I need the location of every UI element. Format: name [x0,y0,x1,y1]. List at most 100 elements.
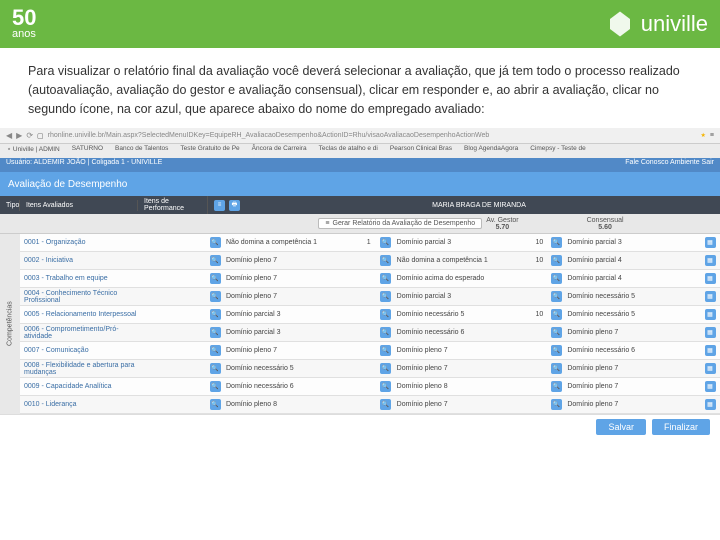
menu-icon[interactable]: ≡ [710,132,714,139]
item-id[interactable]: 0006 - Comprometimento/Pró-atividade [20,326,138,340]
item-id[interactable]: 0004 - Conhecimento Técnico Profissional [20,290,138,304]
cell-c: Domínio parcial 3 [563,239,700,246]
item-id[interactable]: 0001 - Organização [20,239,138,246]
list-icon[interactable]: ≡ [214,200,225,211]
search-icon[interactable]: 🔍 [210,273,221,284]
search-icon[interactable]: 🔍 [380,345,391,356]
search-icon[interactable]: 🔍 [551,309,562,320]
logo-univille: univille [605,9,708,39]
cell-b: Domínio parcial 3 [393,293,530,300]
search-icon[interactable]: 🔍 [380,399,391,410]
tab-item[interactable]: ⋆ Univille | ADMIN [2,144,65,158]
save-button[interactable]: Salvar [596,419,646,435]
cell-c: Domínio parcial 4 [563,275,700,282]
search-icon[interactable]: 🔍 [210,345,221,356]
nav-back-icon[interactable]: ◀ [6,131,12,140]
expand-icon[interactable]: ▦ [705,309,716,320]
search-icon[interactable]: 🔍 [551,399,562,410]
cell-a: Domínio parcial 3 [222,329,359,336]
cell-c: Domínio pleno 7 [563,401,700,408]
item-id[interactable]: 0007 - Comunicação [20,347,138,354]
search-icon[interactable]: 🔍 [380,255,391,266]
search-icon[interactable]: 🔍 [551,345,562,356]
expand-icon[interactable]: ▦ [705,327,716,338]
consensual-score: Consensual5.60 [587,217,624,231]
cell-a: Domínio parcial 3 [222,311,359,318]
tab-item[interactable]: Teclas de atalho e di [314,144,383,158]
search-icon[interactable]: 🔍 [380,363,391,374]
col-perf: Itens de Performance [138,196,208,214]
search-icon[interactable]: 🔍 [210,363,221,374]
expand-icon[interactable]: ▦ [705,345,716,356]
search-icon[interactable]: 🔍 [551,237,562,248]
cell-c: Domínio necessário 6 [563,347,700,354]
cell-b: Domínio pleno 7 [393,347,530,354]
item-id[interactable]: 0008 - Flexibilidade e abertura para mud… [20,362,138,376]
expand-icon[interactable]: ▦ [705,273,716,284]
tab-item[interactable]: Banco de Talentos [110,144,173,158]
browser-url-bar: ◀ ▶ ⟳ ▢ rhonline.univille.br/Main.aspx?S… [0,128,720,144]
search-icon[interactable]: 🔍 [551,273,562,284]
item-id[interactable]: 0003 - Trabalho em equipe [20,275,138,282]
user-links[interactable]: Fale Conosco Ambiente Sair [625,159,714,171]
search-icon[interactable]: 🔍 [551,363,562,374]
search-icon[interactable]: 🔍 [380,381,391,392]
competencias-label: Competências [0,234,20,414]
item-id[interactable]: 0009 - Capacidade Analítica [20,383,138,390]
expand-icon[interactable]: ▦ [705,381,716,392]
item-id[interactable]: 0005 - Relacionamento Interpessoal [20,311,138,318]
search-icon[interactable]: 🔍 [551,255,562,266]
print-icon[interactable]: 🖶 [229,200,240,211]
reload-icon[interactable]: ⟳ [26,131,33,140]
tab-item[interactable]: Pearson Clinical Bras [385,144,457,158]
search-icon[interactable]: 🔍 [210,291,221,302]
item-id[interactable]: 0010 - Liderança [20,401,138,408]
table-row: 0009 - Capacidade Analítica🔍Domínio nece… [20,378,720,396]
search-icon[interactable]: 🔍 [210,309,221,320]
col-items: Itens Avaliados [20,200,138,211]
tab-item[interactable]: Âncora de Carreira [247,144,312,158]
expand-icon[interactable]: ▦ [705,237,716,248]
search-icon[interactable]: 🔍 [380,237,391,248]
expand-icon[interactable]: ▦ [705,255,716,266]
cell-a: Domínio necessário 5 [222,365,359,372]
search-icon[interactable]: 🔍 [210,255,221,266]
user-info-bar: Usuário: ALDEMIR JOÃO | Coligada 1 - UNI… [0,158,720,172]
search-icon[interactable]: 🔍 [380,273,391,284]
cell-c: Domínio necessário 5 [563,311,700,318]
tab-item[interactable]: Blog AgendaAgora [459,144,523,158]
search-icon[interactable]: 🔍 [551,291,562,302]
user-label: Usuário: ALDEMIR JOÃO | Coligada 1 - UNI… [6,159,162,171]
search-icon[interactable]: 🔍 [380,291,391,302]
search-icon[interactable]: 🔍 [551,381,562,392]
table-row: 0005 - Relacionamento Interpessoal🔍Domín… [20,306,720,324]
search-icon[interactable]: 🔍 [210,381,221,392]
nav-fwd-icon[interactable]: ▶ [16,131,22,140]
item-id[interactable]: 0002 - Iniciativa [20,257,138,264]
search-icon[interactable]: 🔍 [380,309,391,320]
expand-icon[interactable]: ▦ [705,399,716,410]
cell-c: Domínio pleno 7 [563,329,700,336]
search-icon[interactable]: 🔍 [551,327,562,338]
tab-item[interactable]: Teste Gratuito de Pe [175,144,244,158]
search-icon[interactable]: 🔍 [210,237,221,248]
bookmark-star-icon[interactable]: ★ [701,132,706,139]
tab-item[interactable]: SATURNO [67,144,108,158]
cell-a: Domínio pleno 8 [222,401,359,408]
report-button[interactable]: ≡ Gerar Relatório da Avaliação de Desemp… [318,218,482,229]
tab-item[interactable]: Cimepsy - Teste de [525,144,591,158]
search-icon[interactable]: 🔍 [210,327,221,338]
cell-c: Domínio pleno 7 [563,365,700,372]
finalize-button[interactable]: Finalizar [652,419,710,435]
search-icon[interactable]: 🔍 [380,327,391,338]
module-title: Avaliação de Desempenho [8,179,127,190]
search-icon[interactable]: 🔍 [210,399,221,410]
cell-a: Domínio pleno 7 [222,347,359,354]
cell-an: 1 [359,239,379,246]
table-subheader: ≡ Gerar Relatório da Avaliação de Desemp… [0,214,720,234]
expand-icon[interactable]: ▦ [705,363,716,374]
cell-b: Não domina a competência 1 [393,257,530,264]
cell-c: Domínio necessário 5 [563,293,700,300]
expand-icon[interactable]: ▦ [705,291,716,302]
cell-a: Não domina a competência 1 [222,239,359,246]
